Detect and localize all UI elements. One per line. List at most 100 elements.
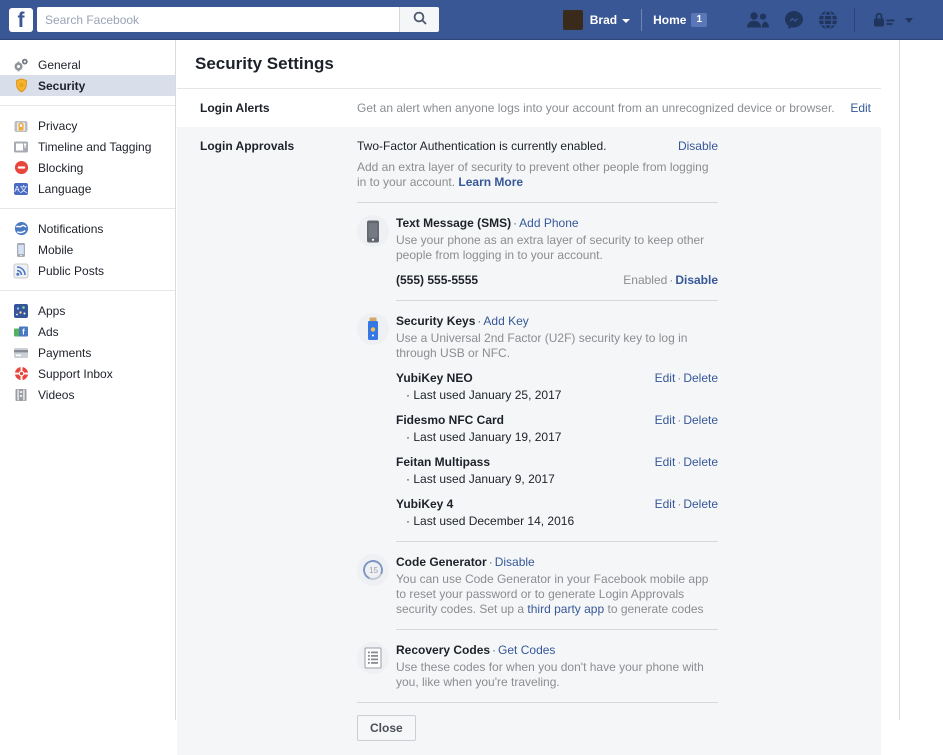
notifications-globe-icon[interactable] <box>818 10 838 30</box>
divider <box>357 202 718 203</box>
code-generator-icon: 15 <box>357 554 389 586</box>
sidebar-item[interactable]: Apps <box>0 300 175 321</box>
security-keys-title: Security Keys <box>396 314 475 328</box>
sidebar-item[interactable]: Privacy <box>0 115 175 136</box>
sidebar-item-label: Language <box>38 182 91 196</box>
profile-link[interactable]: Brad <box>590 13 617 27</box>
key-edit-link[interactable]: Edit <box>655 497 676 511</box>
key-last-used: · Last used January 19, 2017 <box>396 430 561 445</box>
key-delete-link[interactable]: Delete <box>683 371 718 385</box>
sidebar-item[interactable]: Payments <box>0 342 175 363</box>
sms-subsection: Text Message (SMS)·Add Phone Use your ph… <box>357 215 718 301</box>
code-generator-title: Code Generator <box>396 555 487 569</box>
get-codes-link[interactable]: Get Codes <box>498 643 555 657</box>
jewel-icons <box>731 10 838 30</box>
support-lifering-icon <box>13 366 29 382</box>
phone-row: (555) 555-5555 Enabled·Disable <box>396 273 718 288</box>
phone-number: (555) 555-5555 <box>396 273 478 288</box>
key-edit-link[interactable]: Edit <box>655 371 676 385</box>
key-edit-link[interactable]: Edit <box>655 455 676 469</box>
sidebar-item[interactable]: Support Inbox <box>0 363 175 384</box>
divider <box>396 629 718 630</box>
profile-caret-icon[interactable] <box>622 19 630 23</box>
add-key-link[interactable]: Add Key <box>483 314 528 328</box>
sidebar-item[interactable]: Timeline and Tagging <box>0 136 175 157</box>
login-alerts-edit-link[interactable]: Edit <box>850 101 871 115</box>
sidebar-item-label: Support Inbox <box>38 367 113 381</box>
sidebar-item[interactable]: Mobile <box>0 239 175 260</box>
privacy-shortcuts-icon[interactable] <box>873 11 895 28</box>
facebook-logo[interactable]: f <box>9 8 33 32</box>
code-generator-subsection: 15 Code Generator·Disable You can use Co… <box>357 554 718 630</box>
sidebar-item[interactable]: f Ads <box>0 321 175 342</box>
avatar[interactable] <box>563 10 583 30</box>
close-button[interactable]: Close <box>357 715 416 741</box>
sidebar-item[interactable]: Blocking <box>0 157 175 178</box>
two-factor-disable-link[interactable]: Disable <box>678 139 718 154</box>
sidebar-item-label: Public Posts <box>38 264 104 278</box>
security-key-row: Feitan Multipass · Last used January 9, … <box>396 455 718 487</box>
blocking-icon <box>13 160 29 176</box>
sidebar-item[interactable]: Public Posts <box>0 260 175 281</box>
messenger-icon[interactable] <box>784 10 804 30</box>
gears-icon <box>13 57 29 73</box>
sidebar-item[interactable]: General <box>0 54 175 75</box>
sidebar-divider <box>0 105 175 106</box>
security-key-row: Fidesmo NFC Card · Last used January 19,… <box>396 413 718 445</box>
search-input[interactable] <box>37 7 399 32</box>
key-name: YubiKey NEO <box>396 371 561 386</box>
page-border <box>899 40 900 720</box>
key-edit-link[interactable]: Edit <box>655 413 676 427</box>
add-phone-link[interactable]: Add Phone <box>519 216 578 230</box>
privacy-lock-icon <box>13 118 29 134</box>
sidebar-item-label: Security <box>38 79 85 93</box>
code-generator-disable-link[interactable]: Disable <box>495 555 535 569</box>
magnifier-icon <box>413 11 427 28</box>
settings-sidebar: General Security Privacy Timeline and Ta… <box>0 40 176 720</box>
sms-disable-link[interactable]: Disable <box>675 273 718 287</box>
search-bar <box>37 7 439 32</box>
apps-icon <box>13 303 29 319</box>
sidebar-item[interactable]: A文 Language <box>0 178 175 199</box>
svg-text:f: f <box>22 327 25 336</box>
sms-description: Use your phone as an extra layer of secu… <box>396 233 718 263</box>
topbar-right: Brad Home 1 <box>563 8 913 32</box>
language-icon: A文 <box>13 181 29 197</box>
key-name: Fidesmo NFC Card <box>396 413 561 428</box>
sidebar-item-label: Ads <box>38 325 59 339</box>
sidebar-item-label: Mobile <box>38 243 73 257</box>
sidebar-item-label: Privacy <box>38 119 77 133</box>
mobile-phone-icon <box>13 242 29 258</box>
usb-key-icon <box>357 313 389 345</box>
search-button[interactable] <box>399 7 439 32</box>
facebook-logo-letter: f <box>18 9 25 32</box>
recovery-codes-title: Recovery Codes <box>396 643 490 657</box>
friend-requests-icon[interactable] <box>745 11 770 29</box>
divider <box>396 300 718 301</box>
key-last-used: · Last used January 25, 2017 <box>396 388 561 403</box>
sidebar-divider <box>0 208 175 209</box>
security-keys-subsection: Security Keys·Add Key Use a Universal 2n… <box>357 313 718 542</box>
notifications-blue-globe-icon <box>13 221 29 237</box>
home-link[interactable]: Home <box>653 13 686 27</box>
sidebar-item[interactable]: Security <box>0 75 175 96</box>
sidebar-item[interactable]: Videos <box>0 384 175 405</box>
login-approvals-label: Login Approvals <box>177 139 357 741</box>
sidebar-item[interactable]: Notifications <box>0 218 175 239</box>
two-factor-status: Two-Factor Authentication is currently e… <box>357 139 606 154</box>
login-approvals-section: Login Approvals Two-Factor Authenticatio… <box>177 127 881 755</box>
sms-phone-icon <box>357 215 389 247</box>
account-menu-caret-icon[interactable] <box>905 18 913 23</box>
svg-text:A文: A文 <box>14 184 27 194</box>
key-delete-link[interactable]: Delete <box>683 455 718 469</box>
third-party-app-link[interactable]: third party app <box>527 602 604 616</box>
security-key-row: YubiKey NEO · Last used January 25, 2017… <box>396 371 718 403</box>
sidebar-item-label: Blocking <box>38 161 83 175</box>
key-delete-link[interactable]: Delete <box>683 497 718 511</box>
security-badge-icon <box>13 78 29 94</box>
key-delete-link[interactable]: Delete <box>683 413 718 427</box>
payments-card-icon <box>13 345 29 361</box>
sidebar-item-label: Apps <box>38 304 65 318</box>
recovery-codes-subsection: Recovery Codes·Get Codes Use these codes… <box>357 642 718 690</box>
learn-more-link[interactable]: Learn More <box>458 175 523 189</box>
